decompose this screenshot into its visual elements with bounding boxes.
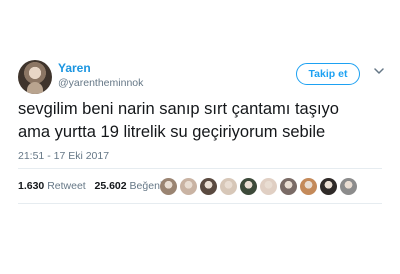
tweet-line: sevgilim beni narin sanıp sırt çantamı t… — [18, 100, 339, 118]
divider — [18, 168, 382, 169]
retweet-count[interactable]: 1.630 — [18, 180, 44, 192]
divider — [18, 203, 382, 204]
liker-avatar[interactable] — [340, 178, 357, 195]
liker-avatar[interactable] — [200, 178, 217, 195]
user-handle[interactable]: @yarentheminnok — [58, 77, 143, 89]
liker-avatar[interactable] — [220, 178, 237, 195]
liker-avatar[interactable] — [180, 178, 197, 195]
chevron-down-icon[interactable] — [372, 64, 386, 78]
tweet-text: sevgilim beni narin sanıp sırt çantamı t… — [18, 98, 388, 144]
display-name[interactable]: Yaren — [58, 61, 91, 75]
liker-avatar[interactable] — [160, 178, 177, 195]
tweet-stats: 1.630 Retweet 25.602 Beğeni — [18, 180, 162, 192]
retweet-label[interactable]: Retweet — [47, 180, 86, 192]
tweet-line: ama yurtta 19 litrelik su geçiriyorum se… — [18, 123, 326, 141]
like-count[interactable]: 25.602 — [95, 180, 127, 192]
liker-avatar[interactable] — [280, 178, 297, 195]
like-label[interactable]: Beğeni — [130, 180, 163, 192]
avatar[interactable] — [18, 60, 52, 94]
tweet-timestamp[interactable]: 21:51 - 17 Eki 2017 — [18, 150, 109, 162]
liker-avatar[interactable] — [320, 178, 337, 195]
follow-button[interactable]: Takip et — [296, 63, 360, 85]
liker-avatar[interactable] — [240, 178, 257, 195]
liker-avatar[interactable] — [260, 178, 277, 195]
liker-avatar[interactable] — [300, 178, 317, 195]
liker-avatars — [160, 178, 357, 195]
